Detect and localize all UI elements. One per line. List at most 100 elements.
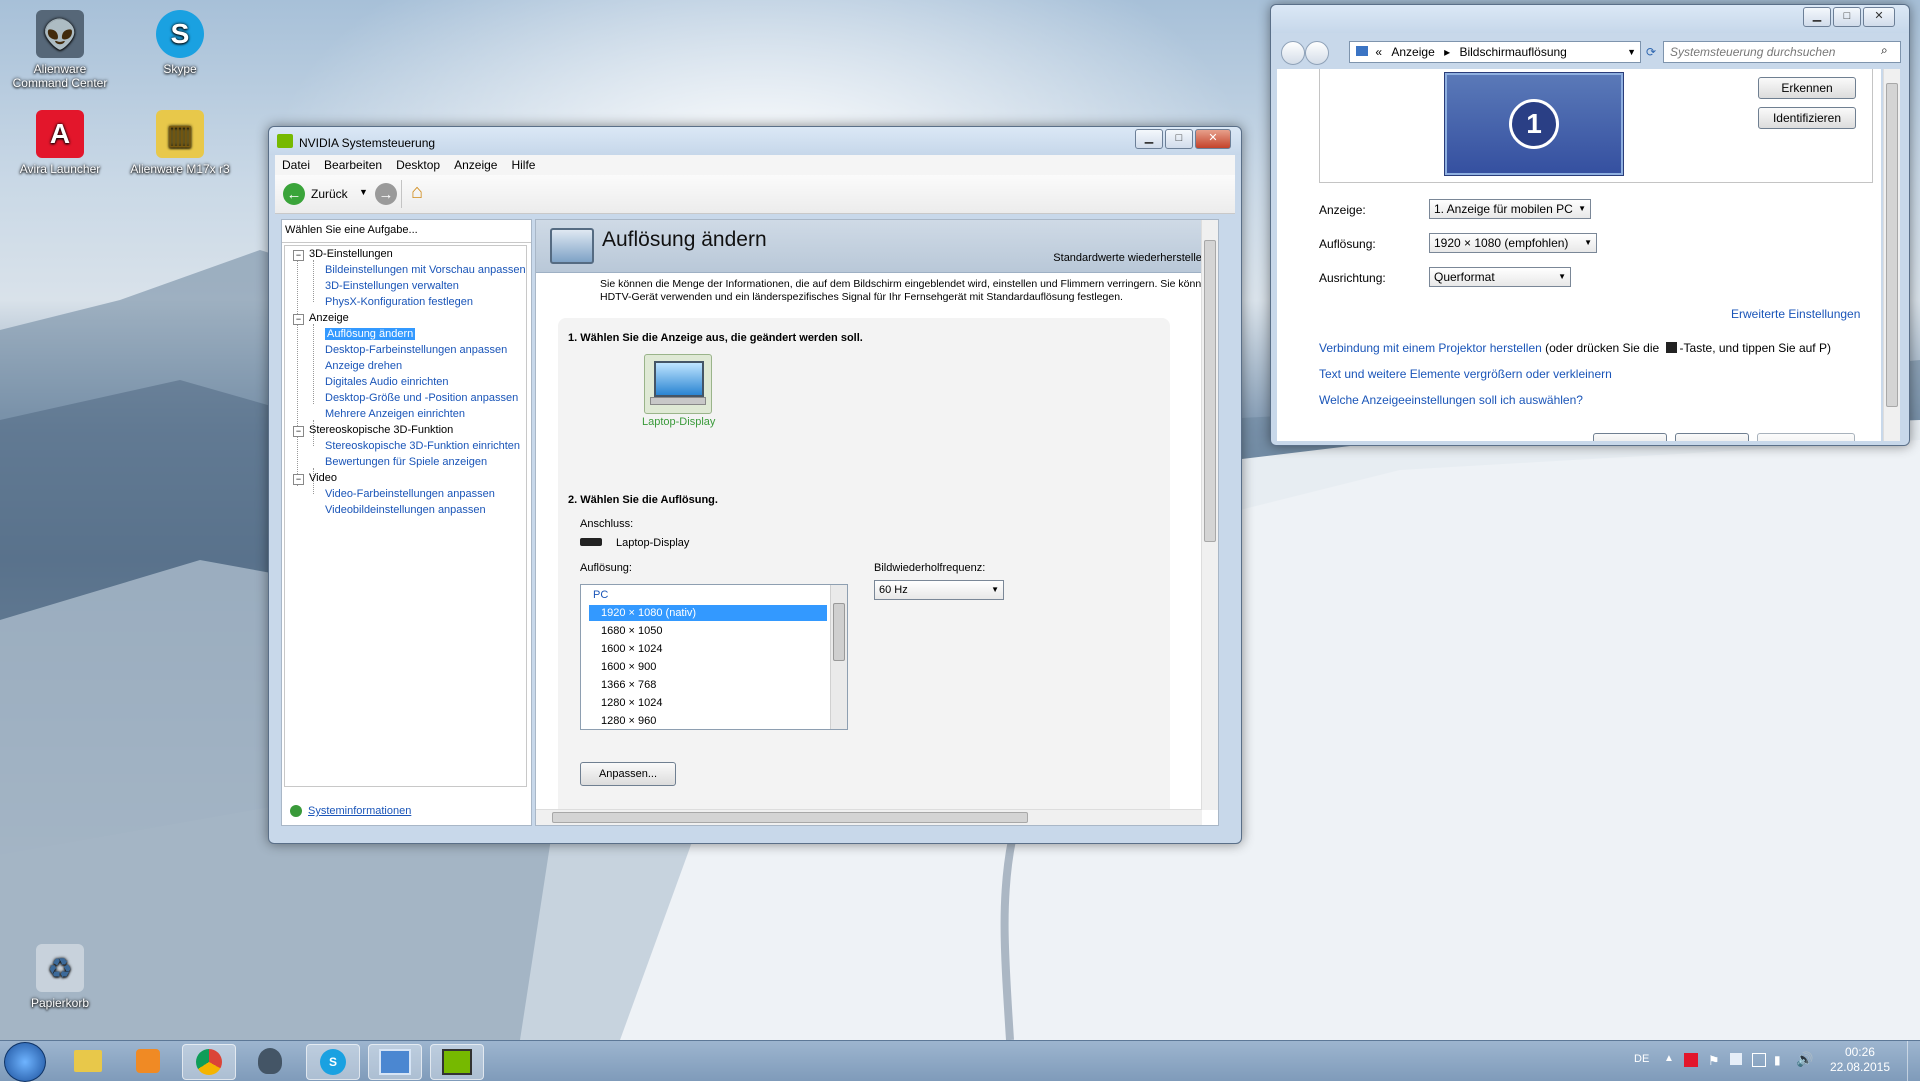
menu-anzeige[interactable]: Anzeige: [447, 155, 504, 175]
address-bar[interactable]: « Anzeige ▸ Bildschirmauflösung ▼: [1349, 41, 1641, 63]
forward-nav-icon[interactable]: [1305, 41, 1329, 65]
display-tray-icon[interactable]: [1752, 1053, 1766, 1067]
scroll-thumb[interactable]: [1886, 83, 1898, 407]
resolution-option[interactable]: 1280 × 1024: [589, 695, 827, 711]
home-icon[interactable]: ⌂: [411, 181, 423, 204]
refresh-rate-select[interactable]: 60 Hz ▼: [874, 580, 1004, 600]
tree-category-display[interactable]: Anzeige: [309, 312, 349, 324]
close-button[interactable]: ✕: [1863, 7, 1895, 27]
breadcrumb-anzeige[interactable]: Anzeige: [1391, 45, 1434, 59]
avira-launcher-shortcut[interactable]: A Avira Launcher: [5, 110, 115, 176]
monitor-1-tile[interactable]: 1: [1445, 73, 1623, 175]
tree-category-video[interactable]: Video: [309, 472, 337, 484]
minimize-button[interactable]: ▁: [1803, 7, 1831, 27]
menu-hilfe[interactable]: Hilfe: [504, 155, 542, 175]
collapse-toggle[interactable]: −: [293, 250, 304, 261]
forward-arrow-icon[interactable]: →: [375, 183, 397, 205]
skype-shortcut[interactable]: S Skype: [125, 10, 235, 76]
refresh-icon[interactable]: ⟳: [1643, 41, 1659, 63]
tree-item-image-settings[interactable]: Bildeinstellungen mit Vorschau anpassen: [325, 264, 526, 276]
back-nav-icon[interactable]: [1281, 41, 1305, 65]
tree-category-stereo-3d[interactable]: Stereoskopische 3D-Funktion: [309, 424, 453, 436]
menu-bearbeiten[interactable]: Bearbeiten: [317, 155, 389, 175]
laptop-display-tile[interactable]: [644, 354, 712, 414]
input-language-indicator[interactable]: DE: [1634, 1053, 1649, 1065]
recycle-bin-shortcut[interactable]: ♻ Papierkorb: [5, 944, 115, 1010]
resolution-option[interactable]: 1680 × 1050: [589, 623, 827, 639]
menu-desktop[interactable]: Desktop: [389, 155, 447, 175]
projector-link[interactable]: Verbindung mit einem Projektor herstelle…: [1319, 341, 1542, 355]
alienware-folder-shortcut[interactable]: ▥ Alienware M17x r3: [125, 110, 235, 176]
tree-item-desktop-color[interactable]: Desktop-Farbeinstellungen anpassen: [325, 344, 507, 356]
action-center-flag-icon[interactable]: ⚑: [1708, 1053, 1720, 1069]
title-bar[interactable]: NVIDIA Systemsteuerung ▁ □ ✕: [269, 127, 1241, 155]
title-bar[interactable]: ▁ □ ✕: [1271, 5, 1909, 33]
chrome-taskbar-button[interactable]: [182, 1044, 236, 1080]
search-input[interactable]: Systemsteuerung durchsuchen: [1663, 41, 1901, 63]
tree-item-rotate-display[interactable]: Anzeige drehen: [325, 360, 402, 372]
media-player-taskbar-button[interactable]: [122, 1044, 174, 1078]
resolution-option-selected[interactable]: 1920 × 1080 (nativ): [589, 605, 827, 621]
apply-button-partial[interactable]: [1757, 433, 1855, 441]
alienware-command-center-shortcut[interactable]: 👽 Alienware Command Center: [5, 10, 115, 90]
tree-item-digital-audio[interactable]: Digitales Audio einrichten: [325, 376, 449, 388]
nvidia-taskbar-button[interactable]: [430, 1044, 484, 1080]
tree-item-manage-3d[interactable]: 3D-Einstellungen verwalten: [325, 280, 459, 292]
cancel-button-partial[interactable]: [1675, 433, 1749, 441]
scroll-thumb[interactable]: [1204, 240, 1216, 542]
tree-item-video-image[interactable]: Videobildeinstellungen anpassen: [325, 504, 486, 516]
resolution-option[interactable]: 1280 × 960: [589, 713, 827, 727]
window-vertical-scrollbar[interactable]: [1883, 69, 1900, 441]
tree-item-physx[interactable]: PhysX-Konfiguration festlegen: [325, 296, 473, 308]
clock[interactable]: 00:26 22.08.2015: [1830, 1045, 1890, 1075]
collapse-toggle[interactable]: −: [293, 426, 304, 437]
advanced-settings-link[interactable]: Erweiterte Einstellungen: [1731, 307, 1860, 321]
close-button[interactable]: ✕: [1195, 129, 1231, 149]
back-button-label[interactable]: Zurück: [311, 187, 348, 201]
back-arrow-icon[interactable]: ←: [283, 183, 305, 205]
orientation-select[interactable]: Querformat ▼: [1429, 267, 1571, 287]
system-information-link[interactable]: Systeminformationen: [308, 805, 411, 817]
tree-item-change-resolution[interactable]: Auflösung ändern: [325, 328, 416, 340]
resolution-listbox[interactable]: PC 1920 × 1080 (nativ) 1680 × 1050 1600 …: [580, 584, 848, 730]
avira-tray-icon[interactable]: [1684, 1053, 1698, 1067]
tree-item-setup-stereo-3d[interactable]: Stereoskopische 3D-Funktion einrichten: [325, 440, 520, 452]
collapse-toggle[interactable]: −: [293, 314, 304, 325]
address-dropdown-icon[interactable]: ▼: [1627, 42, 1636, 62]
breadcrumb-overflow[interactable]: «: [1375, 45, 1382, 59]
back-history-dropdown-icon[interactable]: ▼: [359, 187, 368, 197]
scroll-thumb[interactable]: [552, 812, 1028, 823]
resolution-option[interactable]: 1366 × 768: [589, 677, 827, 693]
tree-item-desktop-size[interactable]: Desktop-Größe und -Position anpassen: [325, 392, 518, 404]
customize-button[interactable]: Anpassen...: [580, 762, 676, 786]
scroll-thumb[interactable]: [833, 603, 845, 661]
breadcrumb-resolution[interactable]: Bildschirmauflösung: [1459, 45, 1566, 59]
show-desktop-button[interactable]: [1907, 1041, 1920, 1081]
tree-item-video-color[interactable]: Video-Farbeinstellungen anpassen: [325, 488, 495, 500]
volume-icon[interactable]: 🔊: [1796, 1051, 1813, 1068]
start-button[interactable]: [4, 1042, 46, 1082]
minimize-button[interactable]: ▁: [1135, 129, 1163, 149]
alienware-taskbar-button[interactable]: [244, 1044, 296, 1078]
resolution-option[interactable]: 1600 × 900: [589, 659, 827, 675]
resolution-select[interactable]: 1920 × 1080 (empfohlen) ▼: [1429, 233, 1597, 253]
listbox-scrollbar[interactable]: [830, 585, 847, 729]
content-horizontal-scrollbar[interactable]: [536, 809, 1202, 825]
display-select[interactable]: 1. Anzeige für mobilen PC ▼: [1429, 199, 1591, 219]
show-hidden-icons-button[interactable]: ▲: [1664, 1053, 1674, 1064]
network-icon[interactable]: ▮: [1774, 1053, 1781, 1067]
tree-item-multiple-displays[interactable]: Mehrere Anzeigen einrichten: [325, 408, 465, 420]
tree-item-game-ratings[interactable]: Bewertungen für Spiele anzeigen: [325, 456, 487, 468]
resolution-option[interactable]: 1600 × 1024: [589, 641, 827, 657]
maximize-button[interactable]: □: [1833, 7, 1861, 27]
control-panel-taskbar-button[interactable]: [368, 1044, 422, 1080]
which-settings-link[interactable]: Welche Anzeigeeinstellungen soll ich aus…: [1319, 393, 1583, 407]
tree-category-3d[interactable]: 3D-Einstellungen: [309, 248, 393, 260]
tray-app-icon[interactable]: [1730, 1053, 1742, 1065]
restore-defaults-link[interactable]: Standardwerte wiederherstellen: [1053, 252, 1208, 264]
content-vertical-scrollbar[interactable]: [1201, 220, 1218, 810]
ok-button-partial[interactable]: [1593, 433, 1667, 441]
collapse-toggle[interactable]: −: [293, 474, 304, 485]
text-size-link[interactable]: Text und weitere Elemente vergrößern ode…: [1319, 367, 1612, 381]
menu-datei[interactable]: Datei: [275, 155, 317, 175]
